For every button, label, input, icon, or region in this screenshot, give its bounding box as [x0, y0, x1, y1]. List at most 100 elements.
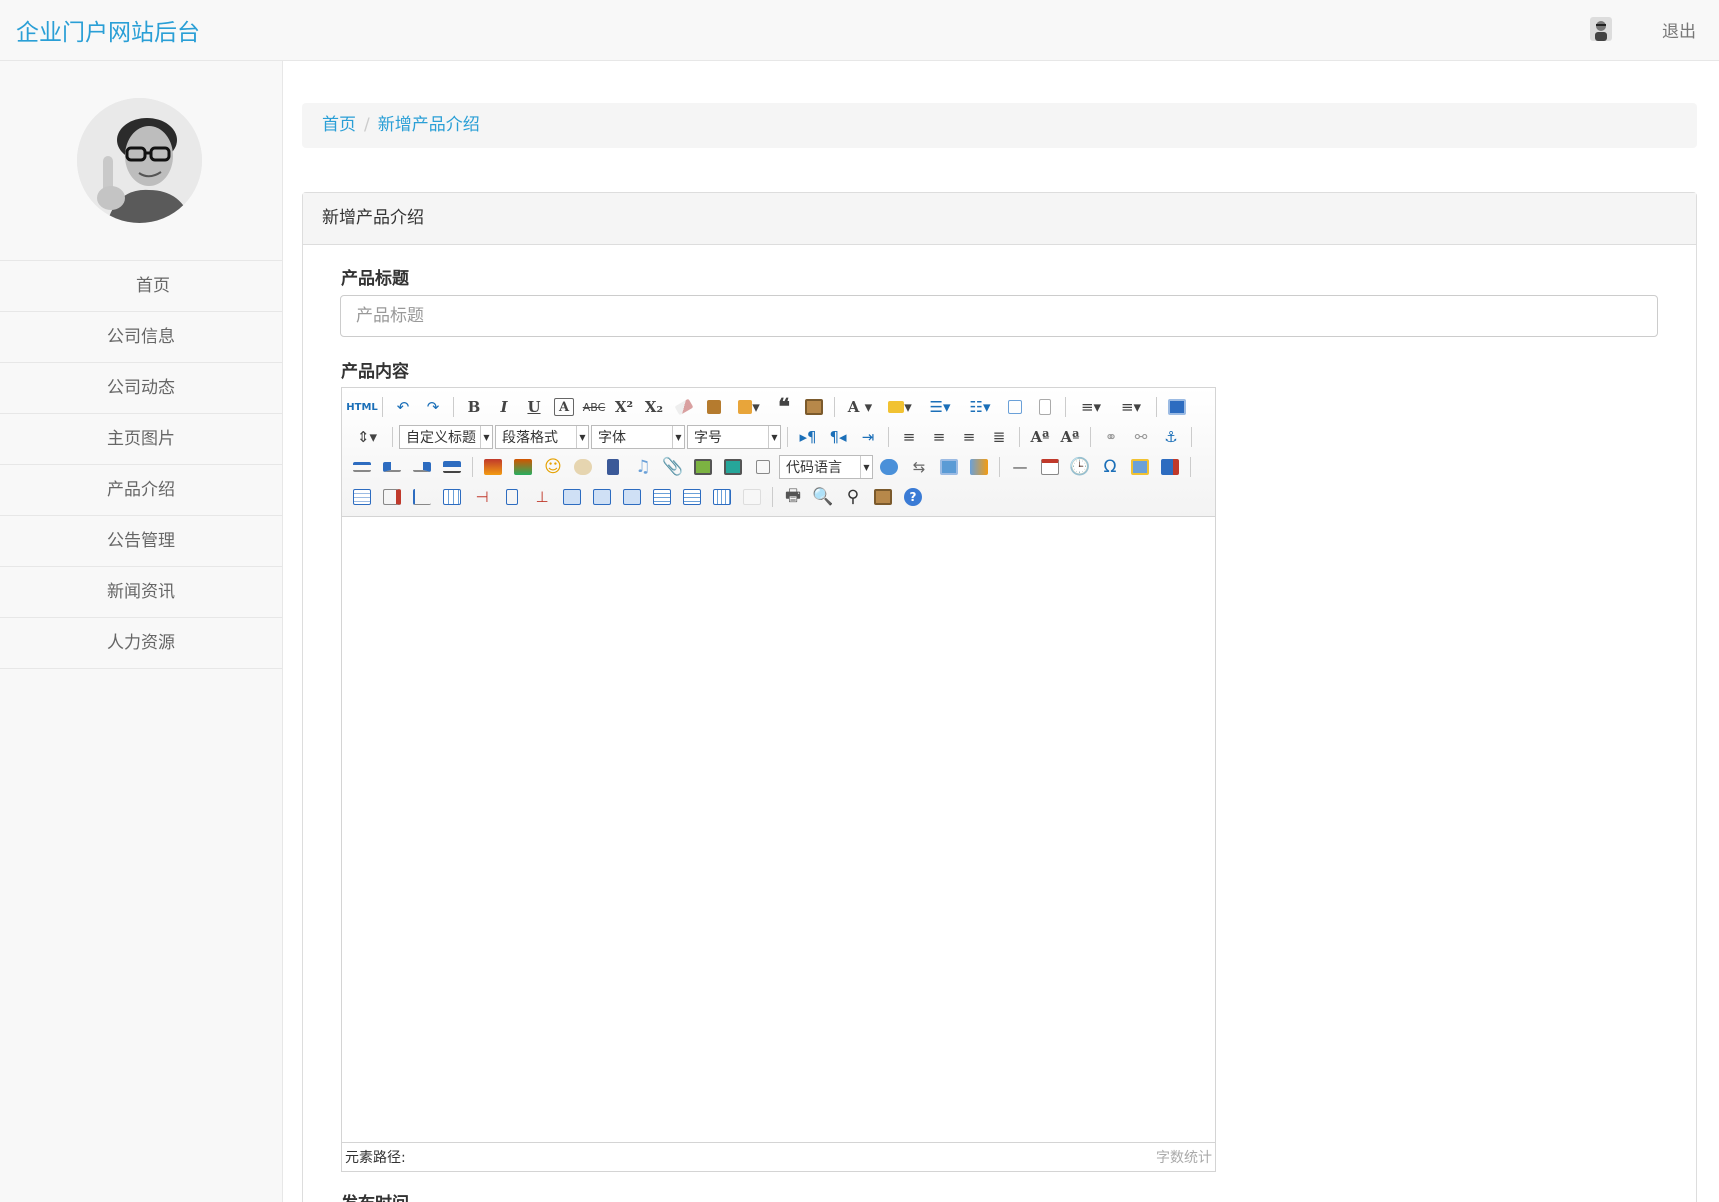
sidebar-item-company-info[interactable]: 公司信息: [0, 312, 282, 363]
insert-row-icon[interactable]: [438, 485, 466, 509]
insert-paragraph-before-table-icon[interactable]: [408, 485, 436, 509]
insert-table-icon[interactable]: [348, 485, 376, 509]
scrawl-icon[interactable]: [569, 455, 597, 479]
wordimage-icon[interactable]: [1126, 455, 1154, 479]
line-height-icon[interactable]: ⇕▾: [348, 425, 386, 449]
sidebar-item-homepage-images[interactable]: 主页图片: [0, 414, 282, 465]
sidebar-item-hr[interactable]: 人力资源: [0, 618, 282, 669]
insert-video-icon[interactable]: [599, 455, 627, 479]
link-icon[interactable]: ⚭: [1097, 425, 1125, 449]
editor-content-area[interactable]: [342, 517, 1215, 1142]
delete-table-icon[interactable]: [378, 485, 406, 509]
row-spacing-bottom-icon[interactable]: ≡▾: [1112, 395, 1150, 419]
merge-cells-icon[interactable]: [558, 485, 586, 509]
sidebar-item-products[interactable]: 产品介绍: [0, 465, 282, 516]
webapp-icon[interactable]: [875, 455, 903, 479]
align-left-icon[interactable]: ≡: [895, 425, 923, 449]
blockquote-icon[interactable]: ❝: [770, 394, 798, 420]
underline-icon[interactable]: U: [520, 395, 548, 419]
font-family-select[interactable]: 字体 ▼: [591, 425, 685, 449]
clear-doc-icon[interactable]: [1031, 395, 1059, 419]
align-right-icon[interactable]: ≡: [955, 425, 983, 449]
preview-icon[interactable]: 🔍: [809, 485, 837, 509]
anchor-icon[interactable]: ⚓: [1157, 425, 1185, 449]
redo-icon[interactable]: ↷: [419, 395, 447, 419]
select-all-icon[interactable]: [1001, 395, 1029, 419]
superscript-icon[interactable]: X²: [610, 395, 638, 419]
map-icon[interactable]: [689, 455, 717, 479]
delete-col-icon[interactable]: ⊥: [528, 485, 556, 509]
search-replace-icon[interactable]: ⚲: [839, 485, 867, 509]
image-left-icon[interactable]: [378, 455, 406, 479]
breadcrumb-current[interactable]: 新增产品介绍: [378, 115, 480, 135]
image-none-icon[interactable]: [348, 455, 376, 479]
image-right-icon[interactable]: [408, 455, 436, 479]
custom-title-select[interactable]: 自定义标题 ▼: [399, 425, 493, 449]
split-cols-icon[interactable]: [708, 485, 736, 509]
sidebar-item-announcements[interactable]: 公告管理: [0, 516, 282, 567]
undo-icon[interactable]: ↶: [389, 395, 417, 419]
attachment-icon[interactable]: 📎: [659, 455, 687, 479]
background-icon[interactable]: [965, 455, 993, 479]
paragraph-select[interactable]: 段落格式 ▼: [495, 425, 589, 449]
time-icon[interactable]: 🕒: [1066, 455, 1094, 479]
font-border-icon[interactable]: A: [554, 398, 574, 416]
eraser-icon[interactable]: [670, 395, 698, 419]
ltr-icon[interactable]: ▸¶: [794, 425, 822, 449]
horizontal-rule-icon[interactable]: —: [1006, 455, 1034, 479]
italic-icon[interactable]: I: [490, 395, 518, 419]
html-source-button[interactable]: HTML: [346, 395, 378, 419]
sidebar-item-news[interactable]: 新闻资讯: [0, 567, 282, 618]
user-avatar[interactable]: [1590, 17, 1612, 41]
fullscreen-icon[interactable]: [1163, 395, 1191, 419]
merge-down-icon[interactable]: [618, 485, 646, 509]
uppercase-icon[interactable]: Aª: [1026, 425, 1054, 449]
snapscreen-icon[interactable]: [1156, 455, 1184, 479]
indent-icon[interactable]: ⇥: [854, 425, 882, 449]
align-center-icon[interactable]: ≡: [925, 425, 953, 449]
brand-link[interactable]: 企业门户网站后台: [16, 13, 200, 47]
code-language-select[interactable]: 代码语言 ▼: [779, 455, 873, 479]
bold-icon[interactable]: B: [460, 395, 488, 419]
page-break-icon[interactable]: ⇆: [905, 455, 933, 479]
paste-plain-icon[interactable]: [800, 395, 828, 419]
row-spacing-top-icon[interactable]: ≡▾: [1072, 395, 1110, 419]
breadcrumb-home-link[interactable]: 首页: [322, 115, 356, 135]
music-icon[interactable]: ♫: [629, 455, 657, 479]
lowercase-icon[interactable]: Aª: [1056, 425, 1084, 449]
help-icon[interactable]: ?: [899, 485, 927, 509]
format-painter-icon[interactable]: [700, 395, 728, 419]
chart-icon[interactable]: [738, 485, 766, 509]
unlink-icon[interactable]: ⚯: [1127, 425, 1155, 449]
split-cells-icon[interactable]: [648, 485, 676, 509]
unordered-list-icon[interactable]: ☷▾: [961, 395, 999, 419]
date-icon[interactable]: [1036, 455, 1064, 479]
split-rows-icon[interactable]: [678, 485, 706, 509]
insert-col-icon[interactable]: [498, 485, 526, 509]
emotion-icon[interactable]: ☺: [539, 455, 567, 479]
simple-upload-icon[interactable]: [479, 455, 507, 479]
merge-right-icon[interactable]: [588, 485, 616, 509]
image-center-icon[interactable]: [438, 455, 466, 479]
product-title-input[interactable]: [340, 295, 1658, 337]
strikethrough-icon[interactable]: ABC: [580, 395, 608, 419]
gmap-icon[interactable]: [719, 455, 747, 479]
insert-frame-icon[interactable]: [749, 455, 777, 479]
sidebar-item-company-news[interactable]: 公司动态: [0, 363, 282, 414]
rtl-icon[interactable]: ¶◂: [824, 425, 852, 449]
font-color-icon[interactable]: A ▾: [841, 395, 879, 419]
delete-row-icon[interactable]: ⊣: [468, 485, 496, 509]
print-icon[interactable]: 🖶: [779, 485, 807, 509]
font-size-select[interactable]: 字号 ▼: [687, 425, 781, 449]
align-justify-icon[interactable]: ≣: [985, 425, 1013, 449]
drafts-icon[interactable]: [869, 485, 897, 509]
sidebar-item-home[interactable]: 首页: [0, 261, 282, 312]
special-char-icon[interactable]: Ω: [1096, 455, 1124, 479]
insert-image-icon[interactable]: [509, 455, 537, 479]
template-icon[interactable]: [935, 455, 963, 479]
logout-link[interactable]: 退出: [1662, 17, 1696, 42]
subscript-icon[interactable]: X₂: [640, 395, 668, 419]
background-color-icon[interactable]: ▾: [881, 395, 919, 419]
auto-format-icon[interactable]: ▾: [730, 395, 768, 419]
ordered-list-icon[interactable]: ☰▾: [921, 395, 959, 419]
